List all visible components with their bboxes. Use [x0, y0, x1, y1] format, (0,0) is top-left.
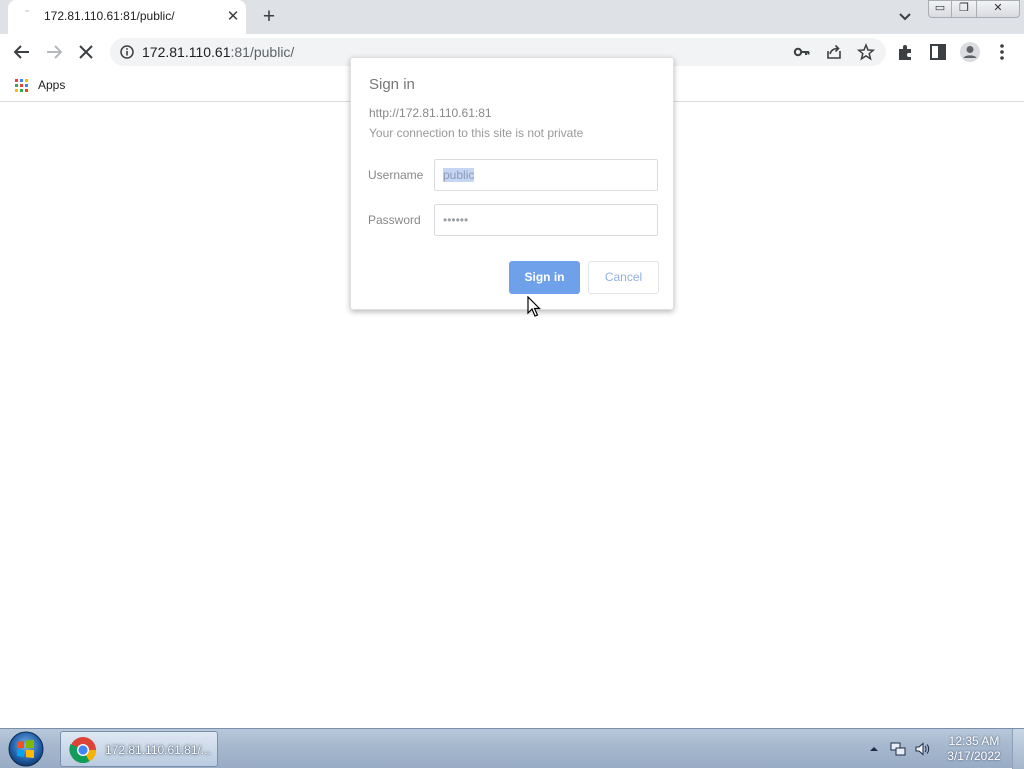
share-icon[interactable]: [825, 43, 843, 61]
menu-icon[interactable]: [990, 40, 1014, 64]
side-panel-icon[interactable]: [926, 40, 950, 64]
back-arrow-icon[interactable]: [10, 40, 34, 64]
show-hidden-icons-icon[interactable]: [866, 741, 882, 757]
tab-search-icon[interactable]: [896, 8, 914, 26]
browser-tab[interactable]: 172.81.110.61:81/public/ ✕: [8, 0, 246, 34]
star-icon[interactable]: [857, 43, 875, 61]
extensions-icon[interactable]: [894, 40, 918, 64]
network-icon[interactable]: [890, 741, 906, 757]
start-button-icon[interactable]: [4, 730, 48, 768]
connection-warning: Your connection to this site is not priv…: [369, 126, 584, 140]
apps-grid-icon: [15, 79, 28, 92]
tab-strip: 172.81.110.61:81/public/ ✕ + ▭ ❐ ✕: [0, 0, 1024, 34]
taskbar-item-label: 172.81.110.61:81/...: [105, 743, 211, 757]
username-field[interactable]: public: [434, 159, 658, 191]
password-label: Password: [368, 213, 421, 227]
password-field[interactable]: ••••••: [434, 204, 658, 236]
cancel-button[interactable]: Cancel: [588, 261, 659, 294]
system-clock[interactable]: 12:35 AM 3/17/2022: [938, 734, 1010, 764]
show-desktop-button[interactable]: [1012, 729, 1024, 769]
password-value: ••••••: [443, 213, 469, 227]
sign-in-button[interactable]: Sign in: [509, 261, 580, 294]
forward-arrow-icon[interactable]: [42, 40, 66, 64]
stop-loading-icon[interactable]: [74, 40, 98, 64]
apps-label: Apps: [38, 78, 66, 92]
tab-title: 172.81.110.61:81/public/: [44, 9, 175, 23]
loading-favicon-icon: [24, 10, 36, 22]
maximize-button[interactable]: ❐: [951, 0, 977, 18]
clock-time: 12:35 AM: [948, 734, 1000, 748]
volume-icon[interactable]: [914, 741, 930, 757]
dialog-origin: http://172.81.110.61:81: [369, 106, 492, 120]
info-icon[interactable]: [120, 45, 134, 59]
new-tab-button[interactable]: +: [258, 6, 280, 28]
clock-date: 3/17/2022: [947, 749, 1001, 763]
mouse-cursor-icon: [527, 296, 541, 317]
dialog-title: Sign in: [369, 76, 415, 93]
key-icon[interactable]: [793, 43, 811, 61]
taskbar-chrome-item[interactable]: 172.81.110.61:81/...: [60, 731, 218, 767]
profile-icon[interactable]: [958, 40, 982, 64]
username-label: Username: [368, 168, 424, 182]
chrome-icon: [69, 737, 97, 764]
url-text[interactable]: 172.81.110.61:81/public/: [142, 44, 294, 60]
username-value: public: [443, 168, 475, 182]
tab-close-button[interactable]: ✕: [224, 8, 242, 26]
url-path: :81/public/: [230, 44, 295, 60]
windows-taskbar: 172.81.110.61:81/... 12:35 AM 3/17/2022: [0, 728, 1024, 769]
minimize-button[interactable]: ▭: [928, 0, 952, 18]
url-host: 172.81.110.61: [142, 44, 231, 60]
sign-in-dialog: Sign in http://172.81.110.61:81 Your con…: [350, 57, 674, 310]
window-close-button[interactable]: ✕: [976, 0, 1020, 18]
